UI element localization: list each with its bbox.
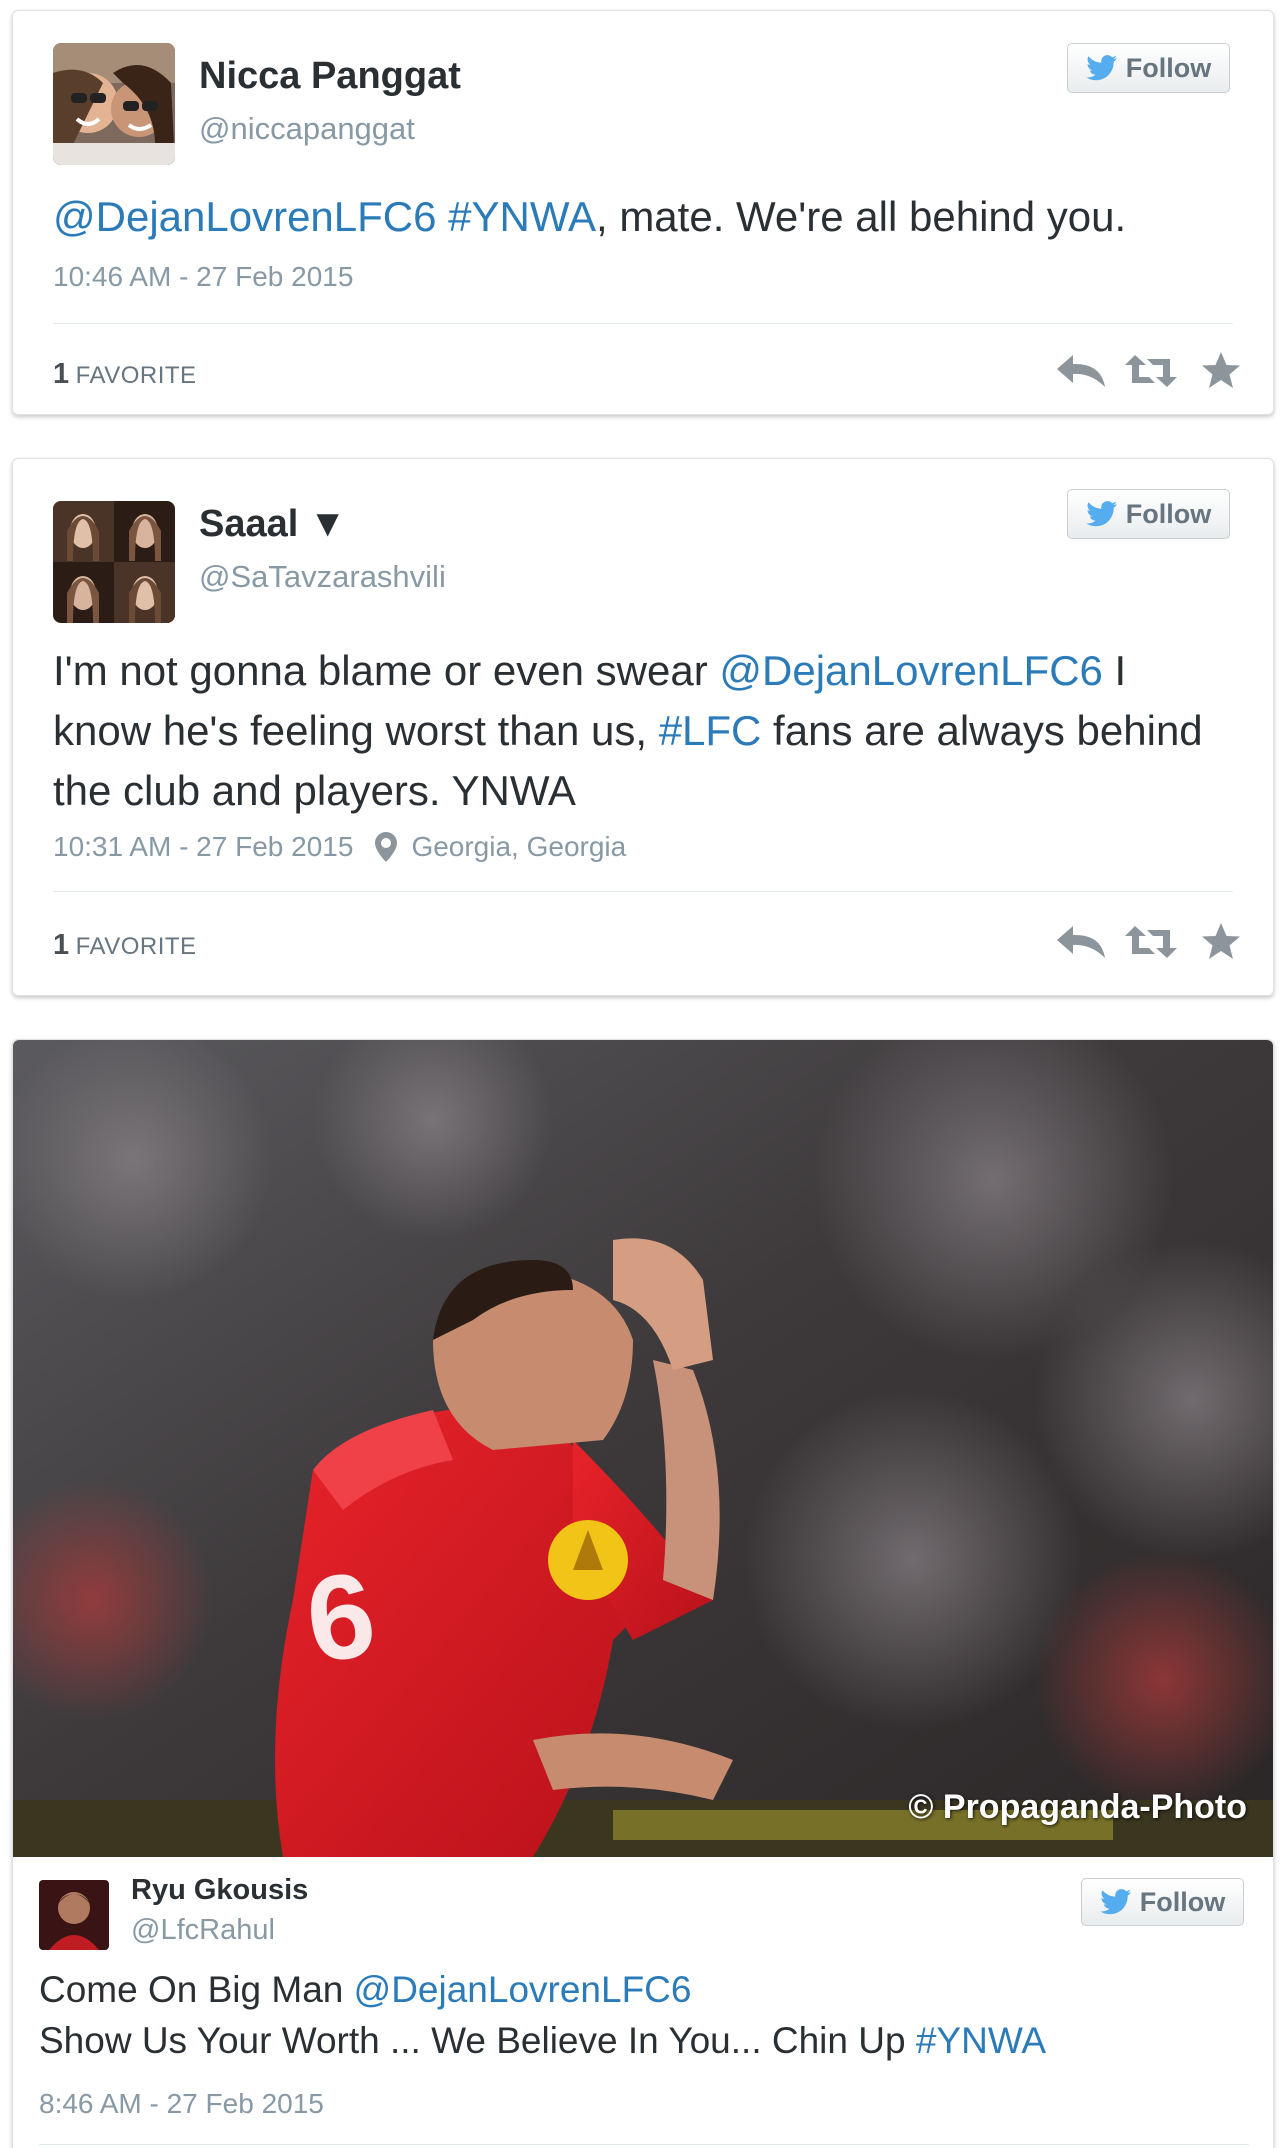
location-pin-icon xyxy=(375,832,398,862)
divider xyxy=(39,2144,1249,2145)
avatar[interactable] xyxy=(39,1880,109,1950)
photo-credit: © Propaganda-Photo xyxy=(908,1788,1247,1826)
user-name[interactable]: Saaal ▼ xyxy=(199,503,346,546)
mention-link[interactable]: @DejanLovrenLFC6 xyxy=(719,647,1103,694)
follow-button[interactable]: Follow xyxy=(1081,1878,1244,1926)
tweet-text-line-2: Show Us Your Worth ... We Believe In You… xyxy=(39,2015,1046,2066)
hashtag-link[interactable]: #LFC xyxy=(659,707,762,754)
user-handle[interactable]: @LfcRahul xyxy=(131,1914,275,1947)
tweet-text-segment xyxy=(437,193,449,240)
follow-label: Follow xyxy=(1125,52,1212,83)
divider xyxy=(53,891,1233,892)
mention-link[interactable]: @DejanLovrenLFC6 xyxy=(354,1969,692,2010)
hashtag-link[interactable]: #YNWA xyxy=(916,2020,1046,2061)
twitter-bird-icon xyxy=(1086,501,1117,527)
tweet-text: @DejanLovrenLFC6 #YNWA, mate. We're all … xyxy=(53,187,1233,247)
reply-icon[interactable] xyxy=(1055,922,1107,962)
favorite-star-icon[interactable] xyxy=(1195,351,1247,391)
follow-button[interactable]: Follow xyxy=(1067,489,1230,539)
tweet-actions xyxy=(1055,922,1247,962)
tweet-text-segment: I'm not gonna blame or even swear xyxy=(53,647,720,694)
tweet-timestamp[interactable]: 8:46 AM - 27 Feb 2015 xyxy=(39,2088,324,2120)
timestamp-text[interactable]: 10:46 AM - 27 Feb 2015 xyxy=(53,261,353,293)
mention-link[interactable]: @DejanLovrenLFC6 xyxy=(53,193,437,240)
favorite-count[interactable]: 1 FAVORITE xyxy=(53,929,197,962)
tweet-card: Saaal ▼ @SaTavzarashvili Follow I'm not … xyxy=(12,458,1274,996)
user-handle[interactable]: @SaTavzarashvili xyxy=(199,559,446,595)
timestamp-text[interactable]: 10:31 AM - 27 Feb 2015 xyxy=(53,831,353,863)
favorite-star-icon[interactable] xyxy=(1195,922,1247,962)
tweet-meta: 10:31 AM - 27 Feb 2015 Georgia, Georgia xyxy=(53,831,626,863)
user-name[interactable]: Ryu Gkousis xyxy=(131,1874,308,1907)
tweet-card: Nicca Panggat @niccapanggat Follow @Deja… xyxy=(12,10,1274,415)
hashtag-link[interactable]: #YNWA xyxy=(448,193,596,240)
twitter-bird-icon xyxy=(1086,55,1117,81)
tweet-text-segment: Come On Big Man xyxy=(39,1969,354,2010)
divider xyxy=(53,323,1233,324)
user-handle[interactable]: @niccapanggat xyxy=(199,111,415,147)
follow-button[interactable]: Follow xyxy=(1067,43,1230,93)
favorite-count[interactable]: 1 FAVORITE xyxy=(53,358,197,391)
twitter-bird-icon xyxy=(1100,1889,1131,1915)
location-text[interactable]: Georgia, Georgia xyxy=(411,831,626,863)
reply-icon[interactable] xyxy=(1055,351,1107,391)
tweet-text: I'm not gonna blame or even swear @Dejan… xyxy=(53,641,1233,821)
tweet-text-segment: Show Us Your Worth ... We Believe In You… xyxy=(39,2020,916,2061)
timestamp-text[interactable]: 8:46 AM - 27 Feb 2015 xyxy=(39,2088,324,2120)
follow-label: Follow xyxy=(1125,498,1212,529)
avatar[interactable] xyxy=(53,43,175,165)
retweet-icon[interactable] xyxy=(1125,922,1177,962)
avatar[interactable] xyxy=(53,501,175,623)
photo-tweet-card: 6 © Propaganda-Photo Ryu Gkousis @LfcRah… xyxy=(12,1039,1274,2148)
tweet-text-segment: , mate. We're all behind you. xyxy=(595,193,1127,240)
tweet-actions xyxy=(1055,351,1247,391)
tweet-photo[interactable]: 6 © Propaganda-Photo xyxy=(13,1040,1273,1857)
retweet-icon[interactable] xyxy=(1125,351,1177,391)
tweet-text-line-1: Come On Big Man @DejanLovrenLFC6 xyxy=(39,1964,691,2015)
user-name[interactable]: Nicca Panggat xyxy=(199,55,461,98)
follow-label: Follow xyxy=(1139,1886,1226,1917)
tweet-timestamp[interactable]: 10:46 AM - 27 Feb 2015 xyxy=(53,261,353,293)
